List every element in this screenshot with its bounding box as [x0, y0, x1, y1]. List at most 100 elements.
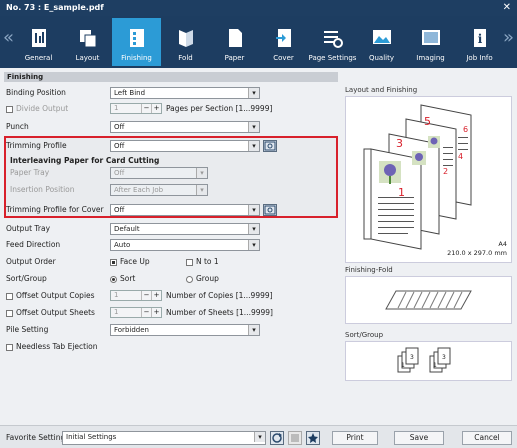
tab-label: Job Info — [466, 54, 493, 62]
preview-icon[interactable] — [263, 204, 277, 216]
group-radio[interactable] — [186, 275, 193, 283]
paper-tray-select[interactable]: Off — [110, 167, 208, 179]
offset-copies-spinner[interactable]: 1 − + — [110, 290, 162, 301]
toolbar: « » General Layout Finishing Fold Paper … — [0, 16, 517, 68]
tab-label: Fold — [178, 54, 193, 62]
trimming-profile-label: Trimming Profile — [6, 141, 67, 150]
n-to-1-checkbox[interactable] — [186, 258, 193, 266]
refresh-icon[interactable] — [270, 431, 284, 445]
offset-sheets-row: Offset Output Sheets — [6, 307, 95, 319]
divide-output-row: Divide Output — [6, 103, 68, 115]
svg-text:1: 1 — [401, 362, 405, 369]
tab-cover[interactable]: Cover — [259, 18, 308, 66]
paper-tray-label: Paper Tray — [10, 168, 50, 177]
sort-illustration: 3 31 1 — [397, 347, 451, 373]
divide-output-spinner[interactable]: 1 − + — [110, 103, 162, 114]
tab-layout[interactable]: Layout — [63, 18, 112, 66]
face-up-option[interactable]: Face Up — [110, 256, 150, 268]
pages-per-section-label: Pages per Section [1...9999] — [166, 104, 273, 113]
job-info-icon: i — [473, 29, 486, 47]
trimming-cover-label: Trimming Profile for Cover — [6, 205, 104, 214]
page-number-4: 4 — [458, 152, 463, 161]
group-option[interactable]: Group — [186, 273, 219, 285]
tab-label: Finishing — [121, 54, 152, 62]
paper-dimensions: 210.0 x 297.0 mm — [447, 249, 507, 257]
needless-tab-checkbox[interactable] — [6, 343, 13, 351]
page-number-3: 3 — [396, 137, 403, 150]
tab-label: Page Settings — [308, 54, 357, 62]
sort-option[interactable]: Sort — [110, 273, 135, 285]
layout-preview: 1 3 5 2 4 6 A4 210.0 x 297.0 mm — [345, 96, 512, 263]
tab-label: Layout — [75, 54, 100, 62]
close-icon[interactable]: ✕ — [503, 3, 511, 13]
offset-copies-label: Offset Output Copies — [16, 291, 95, 300]
minus-icon[interactable]: − — [141, 291, 151, 300]
plus-icon[interactable]: + — [151, 308, 161, 317]
tab-label: Quality — [368, 54, 394, 62]
fold-icon — [178, 30, 193, 47]
offset-copies-checkbox[interactable] — [6, 292, 13, 300]
print-button[interactable]: Print — [332, 431, 378, 445]
sort-label: Sort — [120, 274, 136, 283]
tab-job-info[interactable]: i Job Info — [455, 18, 504, 66]
svg-text:3: 3 — [410, 354, 414, 361]
face-up-checkbox[interactable] — [110, 258, 117, 266]
output-order-label: Output Order — [6, 257, 56, 266]
scroll-right-icon[interactable]: » — [503, 28, 514, 48]
tab-page-settings[interactable]: Page Settings — [308, 18, 357, 66]
imaging-icon — [421, 30, 440, 45]
sort-radio[interactable] — [110, 275, 117, 283]
favorite-star-icon[interactable] — [306, 431, 320, 445]
plus-icon[interactable]: + — [151, 291, 161, 300]
sort-group-title: Sort/Group — [345, 331, 384, 339]
favorite-setting-select[interactable]: Initial Settings — [62, 431, 266, 445]
feed-direction-select[interactable]: Auto — [110, 239, 260, 251]
offset-sheets-spinner[interactable]: 1 − + — [110, 307, 162, 318]
finishing-icon — [129, 29, 144, 47]
tab-paper[interactable]: Paper — [210, 18, 259, 66]
feed-direction-label: Feed Direction — [6, 240, 61, 249]
page-number-5: 5 — [424, 115, 431, 128]
minus-icon[interactable]: − — [141, 104, 151, 113]
tab-quality[interactable]: Quality — [357, 18, 406, 66]
minus-icon[interactable]: − — [141, 308, 151, 317]
divide-output-checkbox[interactable] — [6, 105, 13, 113]
tab-fold[interactable]: Fold — [161, 18, 210, 66]
layout-finishing-title: Layout and Finishing — [345, 86, 418, 94]
tab-finishing[interactable]: Finishing — [112, 18, 161, 66]
preview-icon[interactable] — [263, 140, 277, 152]
needless-tab-row[interactable]: Needless Tab Ejection — [6, 341, 98, 353]
save-preset-icon[interactable] — [288, 431, 302, 445]
offset-copies-value: 1 — [114, 291, 119, 299]
trimming-profile-select[interactable]: Off — [110, 140, 260, 152]
trimming-cover-select[interactable]: Off — [110, 204, 260, 216]
quality-icon — [372, 30, 391, 44]
sheets-range-label: Number of Sheets [1...9999] — [166, 308, 273, 317]
cover-icon — [275, 29, 291, 47]
punch-select[interactable]: Off — [110, 121, 260, 133]
paper-size-name: A4 — [498, 240, 507, 248]
output-tray-select[interactable]: Default — [110, 223, 260, 235]
offset-sheets-checkbox[interactable] — [6, 309, 13, 317]
pile-setting-select[interactable]: Forbidden — [110, 324, 260, 336]
insertion-position-select[interactable]: After Each Job — [110, 184, 208, 196]
tab-label: General — [24, 54, 53, 62]
scroll-left-icon[interactable]: « — [3, 28, 14, 48]
plus-icon[interactable]: + — [151, 104, 161, 113]
tab-general[interactable]: General — [14, 18, 63, 66]
copies-range-label: Number of Copies [1...9999] — [166, 291, 273, 300]
binding-position-select[interactable]: Left Bind — [110, 87, 260, 99]
svg-text:1: 1 — [433, 362, 437, 369]
insertion-position-label: Insertion Position — [10, 185, 75, 194]
cancel-button[interactable]: Cancel — [462, 431, 512, 445]
fold-preview — [345, 276, 512, 324]
window-title: No. 73 : E_sample.pdf — [6, 3, 104, 12]
tab-imaging[interactable]: Imaging — [406, 18, 455, 66]
n-to-1-label: N to 1 — [196, 257, 219, 266]
n-to-1-option[interactable]: N to 1 — [186, 256, 219, 268]
svg-text:3: 3 — [442, 354, 446, 361]
group-label: Group — [196, 274, 219, 283]
save-button[interactable]: Save — [394, 431, 444, 445]
divide-output-label: Divide Output — [16, 104, 69, 113]
preview-panel: Layout and Finishing 1 3 5 2 4 6 A4 210.… — [341, 83, 512, 423]
